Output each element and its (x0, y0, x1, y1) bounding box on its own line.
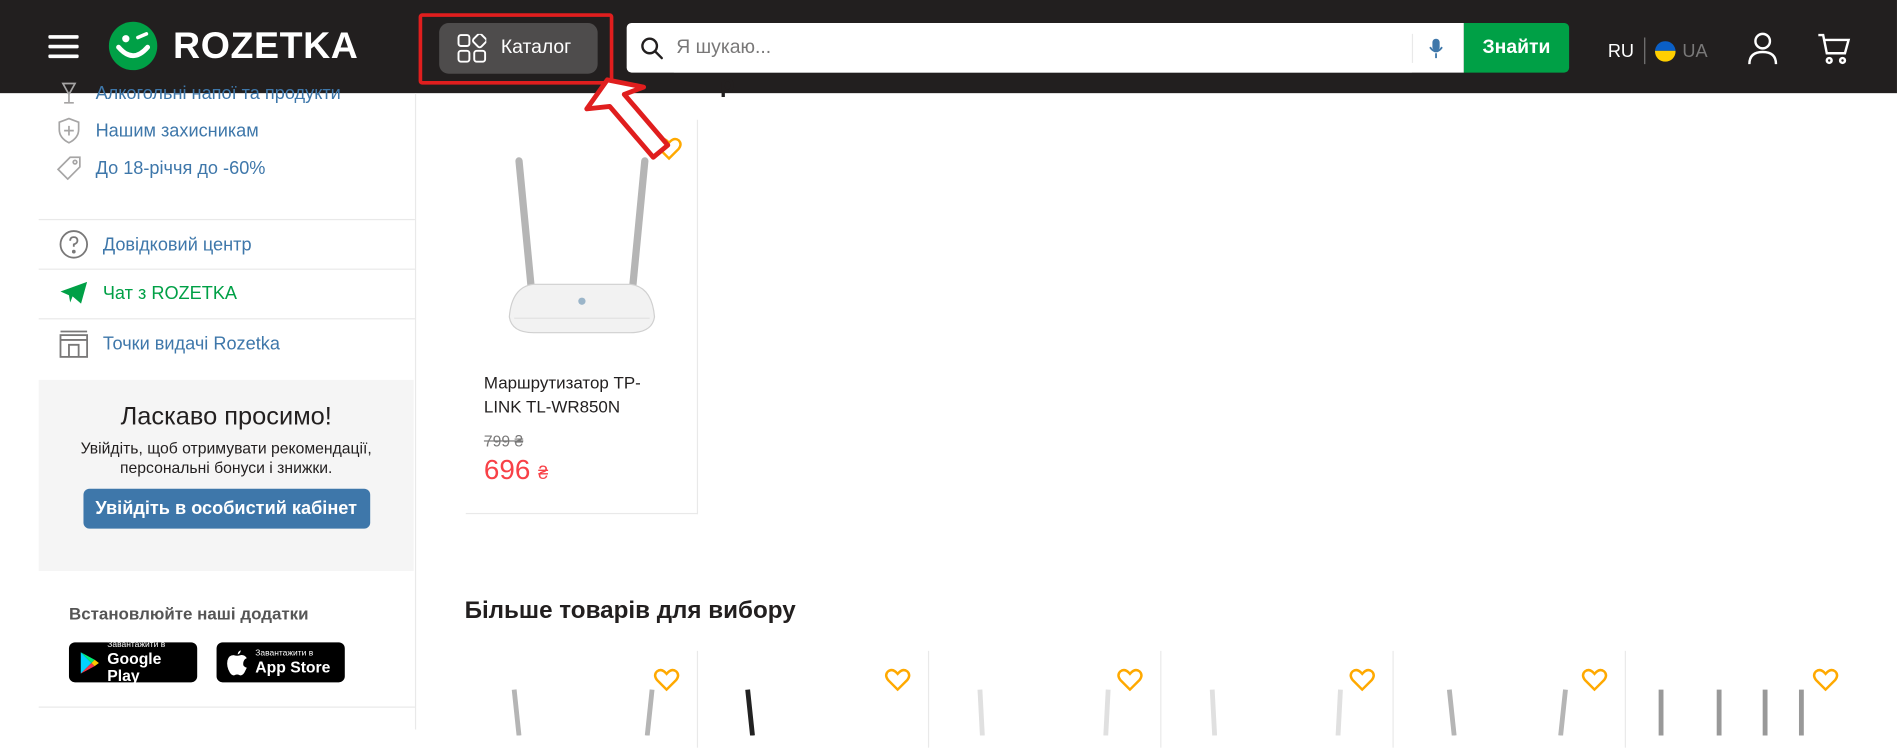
divider (38, 268, 415, 270)
shield-icon (58, 117, 80, 144)
router-image (1658, 689, 1804, 736)
user-icon[interactable] (1747, 31, 1778, 65)
google-play-icon (80, 651, 99, 674)
product-title[interactable]: Маршрутизатор TP-LINK TL-WR850N (484, 370, 678, 418)
sidebar-item-chat[interactable]: Чат з ROZETKA (59, 281, 237, 305)
search-divider (1411, 33, 1414, 63)
microphone-icon[interactable] (1428, 37, 1445, 59)
router-image (1209, 689, 1343, 736)
section-title-partial: р (719, 71, 735, 98)
router-image (508, 157, 656, 334)
pickup-point-icon (59, 330, 89, 358)
router-image (511, 689, 655, 736)
product-old-price: 799 ₴ (483, 431, 524, 451)
divider (38, 706, 415, 708)
product-price: 696 ₴ (484, 454, 548, 487)
language-switcher: RU UA (1608, 37, 1708, 65)
search-icon (641, 36, 663, 59)
product-card[interactable] (1394, 650, 1626, 748)
app-store-button[interactable]: Завантажити в App Store (216, 642, 345, 683)
annotation-arrow (584, 77, 671, 160)
divider (38, 318, 415, 320)
logo-text: ROZETKA (173, 24, 359, 67)
sidebar: Алкогольні напої та продукти Нашим захис… (38, 82, 417, 730)
welcome-text: Увійдіть, щоб отримувати рекомендації, п… (80, 439, 372, 477)
lang-ru-link[interactable]: RU (1608, 41, 1634, 62)
sidebar-item-alcohol[interactable]: Алкогольні напої та продукти (57, 81, 341, 105)
product-card[interactable] (929, 650, 1162, 748)
lang-ua-link[interactable]: UA (1682, 41, 1707, 62)
sidebar-item-pickup-points[interactable]: Точки видачі Rozetka (59, 329, 280, 358)
price-currency: ₴ (538, 463, 549, 484)
search-input[interactable] (673, 23, 1412, 72)
router-image (745, 689, 755, 736)
sidebar-item-sale[interactable]: До 18-річчя до -60% (56, 156, 266, 181)
search-bar (626, 22, 1464, 73)
router-image (1446, 689, 1568, 736)
rozetka-smile-icon (108, 21, 158, 71)
menu-burger-icon[interactable] (48, 33, 79, 60)
sidebar-item-label: До 18-річчя до -60% (95, 157, 266, 179)
sidebar-item-label: Алкогольні напої та продукти (95, 82, 341, 104)
price-value: 696 (483, 453, 531, 486)
divider (38, 218, 415, 221)
google-play-label: Google Play (107, 649, 162, 685)
ukraine-flag-icon (1654, 40, 1676, 62)
tag-icon (56, 156, 81, 181)
sidebar-item-help-center[interactable]: Довідковий центр (59, 230, 252, 259)
product-card[interactable] (1161, 650, 1394, 748)
highlight-box (418, 13, 614, 85)
sidebar-item-label: Довідковий центр (102, 234, 252, 255)
sidebar-item-label: Чат з ROZETKA (102, 282, 238, 304)
welcome-title: Ласкаво просимо! (120, 402, 332, 431)
apps-title: Встановлюйте наші додатки (68, 603, 309, 624)
header: ROZETKA Каталог Знайти RU (0, 0, 1897, 94)
login-button[interactable]: Увійдіть в особистий кабінет (82, 488, 370, 529)
welcome-block: Ласкаво просимо! Увійдіть, щоб отримуват… (38, 379, 414, 572)
router-image (977, 689, 1111, 736)
product-card[interactable] (697, 650, 930, 748)
telegram-icon (60, 281, 88, 304)
sidebar-item-defenders[interactable]: Нашим захисникам (57, 117, 259, 144)
search-submit-button[interactable]: Знайти (1463, 22, 1570, 73)
logo[interactable]: ROZETKA (108, 21, 359, 72)
help-icon (59, 230, 89, 259)
sidebar-item-label: Нашим захисникам (95, 120, 259, 141)
more-products-title: Більше товарів для вибору (464, 597, 796, 625)
product-card[interactable] (466, 650, 699, 748)
glass-icon (61, 82, 77, 104)
product-card[interactable] (1625, 651, 1856, 748)
app-store-label: App Store (255, 657, 331, 676)
google-play-button[interactable]: Завантажити в Google Play (68, 641, 198, 685)
cart-icon[interactable] (1817, 31, 1851, 65)
lang-divider (1643, 37, 1645, 65)
sidebar-item-label: Точки видачі Rozetka (102, 333, 280, 354)
product-card[interactable]: Маршрутизатор TP-LINK TL-WR850N 799 ₴ 69… (465, 119, 699, 515)
apple-icon (227, 649, 247, 675)
